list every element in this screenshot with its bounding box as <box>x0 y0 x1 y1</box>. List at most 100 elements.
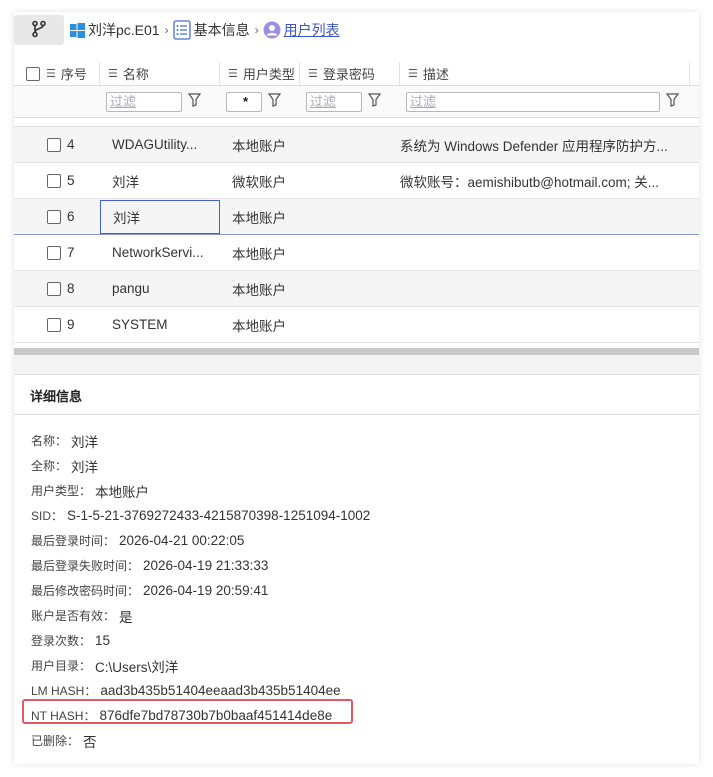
column-header-type[interactable]: ☰ 用户类型 <box>220 61 300 86</box>
table-row[interactable]: 9 SYSTEM 本地账户 <box>14 307 699 343</box>
menu-icon: ☰ <box>228 68 238 80</box>
row-index: 7 <box>67 245 75 260</box>
detail-field-last-failed-login: 最后登录失败时间： 2026-04-19 21:33:33 <box>31 553 370 578</box>
row-checkbox[interactable] <box>47 173 61 188</box>
panel-divider[interactable] <box>14 355 699 375</box>
breadcrumb-item-case[interactable]: 刘洋pc.E01 <box>70 20 160 40</box>
branch-button[interactable] <box>14 15 64 45</box>
nt-hash-highlight-box <box>22 699 353 724</box>
column-header-name[interactable]: ☰ 名称 <box>100 61 220 86</box>
type-cell: 本地账户 <box>232 246 286 262</box>
index-cell: 4 <box>14 137 100 152</box>
field-label: 最后登录时间： <box>31 534 116 548</box>
horizontal-scrollbar[interactable] <box>14 348 699 355</box>
filter-cell-index <box>14 86 100 118</box>
divider <box>14 414 699 415</box>
name-cell: SYSTEM <box>112 317 168 332</box>
index-cell: 6 <box>14 209 100 224</box>
breadcrumb-label: 基本信息 <box>193 22 250 38</box>
description-cell: 系统为 Windows Defender 应用程序防护方... <box>400 138 668 154</box>
name-cell: pangu <box>112 281 150 296</box>
row-checkbox[interactable] <box>47 281 61 296</box>
index-cell: 7 <box>14 245 100 260</box>
field-label: SID： <box>31 509 64 523</box>
detail-field-user-dir: 用户目录： C:\Users\刘洋 <box>31 653 370 678</box>
table-body: 4 WDAGUtility... 本地账户 系统为 Windows Defend… <box>14 126 699 343</box>
detail-field-sid: SID： S-1-5-21-3769272433-4215870398-12510… <box>31 503 370 528</box>
filter-icon[interactable] <box>367 93 382 110</box>
field-value: 否 <box>83 734 97 750</box>
field-value: 本地账户 <box>95 484 150 500</box>
type-cell: 本地账户 <box>232 282 286 298</box>
menu-icon: ☰ <box>308 68 318 80</box>
select-all-checkbox[interactable] <box>26 66 40 81</box>
column-label: 描述 <box>422 67 449 82</box>
type-cell: 本地账户 <box>232 318 286 334</box>
column-label: 登录密码 <box>322 67 375 82</box>
field-label: 最后登录失败时间： <box>31 559 140 573</box>
filter-icon[interactable] <box>267 93 282 110</box>
table-row[interactable]: 4 WDAGUtility... 本地账户 系统为 Windows Defend… <box>14 127 699 163</box>
table-row[interactable]: 8 pangu 本地账户 <box>14 271 699 307</box>
field-value: 2026-04-19 20:59:41 <box>143 583 269 598</box>
field-label: LM HASH： <box>31 684 97 698</box>
field-value: 刘洋 <box>71 459 99 475</box>
menu-icon: ☰ <box>46 68 56 80</box>
field-label: 账户是否有效： <box>31 609 116 623</box>
row-checkbox[interactable] <box>47 317 61 332</box>
filter-icon[interactable] <box>187 93 202 110</box>
menu-icon: ☰ <box>408 68 418 80</box>
row-index: 6 <box>67 209 75 224</box>
list-icon <box>172 20 191 40</box>
filter-cell-description: 过滤 <box>400 86 690 118</box>
field-value: 2026-04-19 21:33:33 <box>143 558 269 573</box>
column-label: 用户类型 <box>242 67 295 82</box>
filter-row: 过滤 * 过滤 过滤 <box>14 86 699 118</box>
field-label: 名称： <box>31 434 68 448</box>
row-index: 5 <box>67 173 75 188</box>
row-checkbox[interactable] <box>47 209 61 224</box>
detail-field-enabled: 账户是否有效：是 <box>31 603 370 628</box>
name-cell-focused[interactable]: 刘洋 <box>100 199 220 234</box>
description-filter-input[interactable]: 过滤 <box>406 91 660 112</box>
field-value: S-1-5-21-3769272433-4215870398-1251094-1… <box>67 508 371 523</box>
index-cell: 8 <box>14 281 100 296</box>
filter-icon[interactable] <box>665 93 680 110</box>
column-header-description[interactable]: ☰ 描述 <box>400 61 690 86</box>
index-cell: 5 <box>14 173 100 188</box>
type-filter-input[interactable]: * <box>226 91 262 112</box>
breadcrumb-item-user-list[interactable]: 用户列表 <box>263 20 340 40</box>
field-value: 15 <box>95 633 111 648</box>
breadcrumb-item-basic-info[interactable]: 基本信息 <box>172 20 250 40</box>
field-value: 刘洋 <box>71 434 99 450</box>
user-icon <box>263 21 281 39</box>
field-label: 已删除： <box>31 734 80 748</box>
detail-field-last-login: 最后登录时间： 2026-04-21 00:22:05 <box>31 528 370 553</box>
breadcrumb-label: 刘洋pc.E01 <box>88 22 160 38</box>
field-label: 用户类型： <box>31 484 92 498</box>
breadcrumb-label: 用户列表 <box>283 22 340 38</box>
row-checkbox[interactable] <box>47 245 61 260</box>
name-cell: 刘洋 <box>112 174 139 190</box>
row-index: 8 <box>67 281 75 296</box>
name-cell: NetworkServi... <box>112 245 204 260</box>
column-header-index[interactable]: ☰ 序号 <box>14 61 100 86</box>
detail-field-name: 名称： 刘洋 <box>31 428 370 453</box>
detail-field-login-count: 登录次数： 15 <box>31 628 370 653</box>
type-cell: 本地账户 <box>232 210 286 226</box>
name-filter-input[interactable]: 过滤 <box>106 91 182 112</box>
field-label: 登录次数： <box>31 634 92 648</box>
column-header-password[interactable]: ☰ 登录密码 <box>300 61 400 86</box>
password-filter-input[interactable]: 过滤 <box>306 91 362 112</box>
table-row-selected[interactable]: 6 刘洋 本地账户 <box>14 199 699 235</box>
filter-cell-type: * <box>220 86 300 118</box>
row-checkbox[interactable] <box>47 137 61 152</box>
branch-icon <box>30 20 48 41</box>
menu-icon: ☰ <box>108 68 118 80</box>
field-value: 是 <box>119 609 133 625</box>
column-label: 名称 <box>122 67 149 82</box>
table-row[interactable]: 7 NetworkServi... 本地账户 <box>14 235 699 271</box>
table-row[interactable]: 5 刘洋 微软账户 微软账号：aemishibutb@hotmail.com; … <box>14 163 699 199</box>
row-index: 4 <box>67 137 75 152</box>
field-label: 用户目录： <box>31 659 92 673</box>
